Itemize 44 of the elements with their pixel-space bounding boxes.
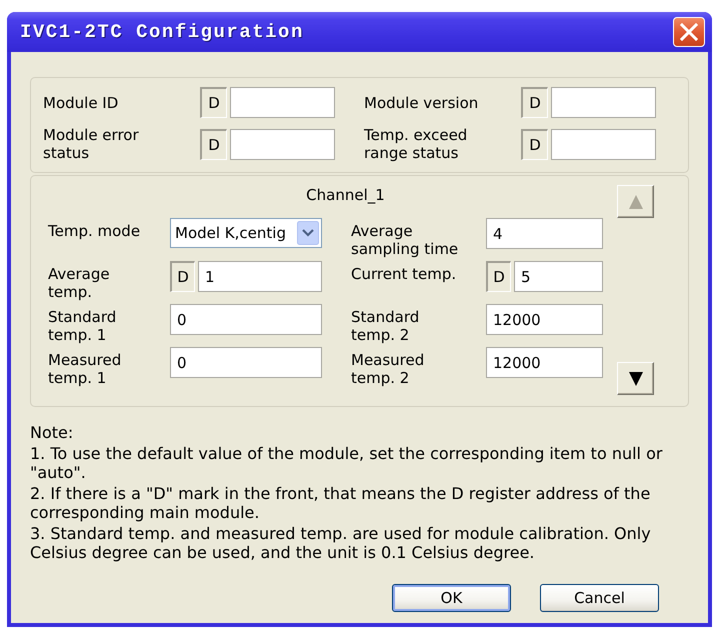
field-label: Module ID	[43, 94, 120, 112]
close-button[interactable]	[673, 17, 705, 47]
window-title: IVC1-2TC Configuration	[20, 21, 304, 43]
close-icon	[680, 23, 698, 41]
input-field[interactable]: 5	[514, 261, 603, 292]
dialog-button[interactable]: Cancel	[540, 584, 659, 612]
field-label: Measured temp. 2	[351, 350, 426, 387]
register-prefix: D	[200, 128, 227, 160]
field-label: Standard temp. 2	[351, 307, 420, 344]
input-field[interactable]	[551, 128, 656, 160]
chevron-down-icon	[297, 221, 319, 245]
input-field[interactable]	[551, 87, 656, 118]
note-text: 1. To use the default value of the module, set the corresponding item to null or "auto".	[30, 444, 664, 482]
note-text: 2. If there is a "D" mark in the front, that means the D register address of the corresponding main module.	[30, 484, 652, 522]
triangle-down-icon	[628, 370, 644, 386]
field-label: Average temp.	[48, 264, 111, 301]
field-label: Average sampling time	[351, 221, 460, 258]
input-field[interactable]: 0	[170, 304, 322, 335]
register-prefix: D	[521, 87, 548, 118]
note-heading: Note:	[30, 423, 74, 442]
register-prefix: D	[170, 261, 195, 292]
input-field[interactable]: 4	[486, 218, 603, 249]
triangle-up-icon	[628, 194, 644, 210]
dialog-button[interactable]: OK	[392, 584, 511, 612]
input-field[interactable]: 12000	[486, 347, 603, 378]
register-prefix: D	[486, 261, 511, 292]
input-field[interactable]	[230, 87, 335, 118]
input-field[interactable]: 0	[170, 347, 322, 378]
note-text: 3. Standard temp. and measured temp. are used for module calibration. Only Celsius degree can be used, and the unit is 0.1 Celsius degree.	[30, 524, 652, 562]
field-label: Temp. exceed range status	[364, 126, 468, 162]
channel-title: Channel_1	[306, 185, 385, 205]
scroll-down-button[interactable]	[617, 362, 654, 395]
field-label: Standard temp. 1	[48, 307, 118, 344]
register-prefix: D	[200, 87, 227, 118]
input-field[interactable]	[230, 128, 335, 160]
field-label: Module version	[364, 94, 480, 112]
input-field[interactable]: 1	[198, 261, 322, 292]
field-label: Measured temp. 1	[48, 350, 122, 387]
field-label: Current temp.	[351, 264, 458, 283]
input-field[interactable]: 12000	[486, 304, 603, 335]
register-prefix: D	[521, 128, 548, 160]
field-label: Module error status	[43, 126, 140, 162]
dropdown-field[interactable]: Model K,centig	[170, 218, 322, 248]
field-label: Temp. mode	[48, 221, 142, 240]
